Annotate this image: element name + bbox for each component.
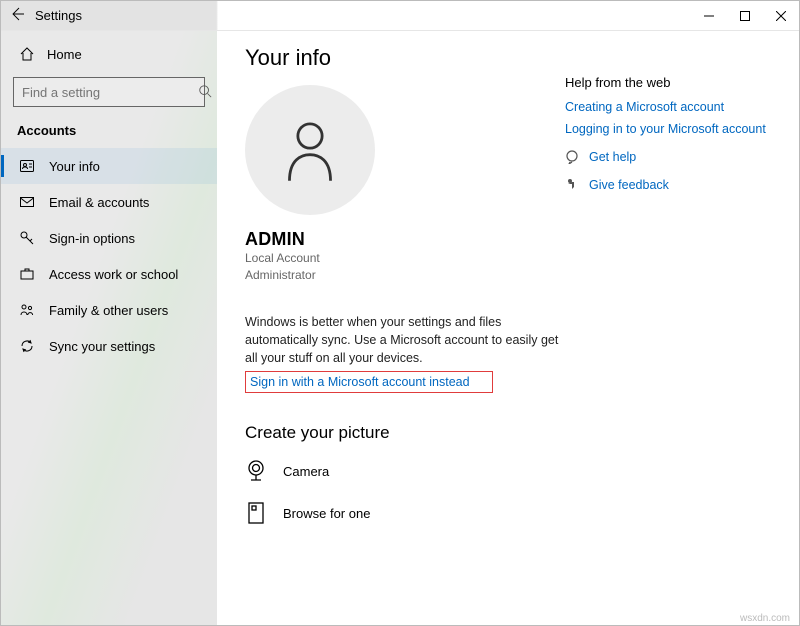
sidebar-item-label: Family & other users	[49, 303, 168, 318]
camera-label: Camera	[283, 464, 329, 479]
mail-icon	[19, 194, 35, 210]
picture-heading: Create your picture	[245, 423, 561, 443]
search-field[interactable]	[22, 85, 198, 100]
minimize-button[interactable]	[691, 1, 727, 31]
help-link-create-account[interactable]: Creating a Microsoft account	[565, 100, 771, 114]
sidebar-item-sync-settings[interactable]: Sync your settings	[1, 328, 217, 364]
give-feedback-link[interactable]: Give feedback	[565, 178, 771, 192]
search-input[interactable]	[13, 77, 205, 107]
sync-note: Windows is better when your settings and…	[245, 313, 561, 367]
key-icon	[19, 230, 35, 246]
page-title: Your info	[245, 45, 561, 71]
sidebar-item-family-users[interactable]: Family & other users	[1, 292, 217, 328]
sidebar-item-email-accounts[interactable]: Email & accounts	[1, 184, 217, 220]
home-label: Home	[47, 47, 82, 62]
sidebar-item-label: Access work or school	[49, 267, 178, 282]
briefcase-icon	[19, 266, 35, 282]
username: ADMIN	[245, 229, 561, 250]
sidebar-item-label: Sign-in options	[49, 231, 135, 246]
people-icon	[19, 302, 35, 318]
window-title: Settings	[35, 8, 82, 23]
sidebar-item-label: Your info	[49, 159, 100, 174]
maximize-button[interactable]	[727, 1, 763, 31]
home-icon	[19, 46, 35, 62]
feedback-icon	[565, 178, 579, 192]
account-type: Local Account	[245, 250, 561, 267]
browse-option[interactable]: Browse for one	[245, 501, 561, 525]
camera-icon	[245, 459, 267, 483]
section-label: Accounts	[1, 117, 217, 148]
sidebar-item-access-work-school[interactable]: Access work or school	[1, 256, 217, 292]
close-button[interactable]	[763, 1, 799, 31]
help-title: Help from the web	[565, 75, 771, 90]
get-help-label: Get help	[589, 150, 636, 164]
sidebar-item-label: Sync your settings	[49, 339, 155, 354]
get-help-link[interactable]: Get help	[565, 150, 771, 164]
sync-icon	[19, 338, 35, 354]
sidebar-item-signin-options[interactable]: Sign-in options	[1, 220, 217, 256]
browse-label: Browse for one	[283, 506, 370, 521]
signin-microsoft-link[interactable]: Sign in with a Microsoft account instead	[245, 371, 493, 393]
feedback-label: Give feedback	[589, 178, 669, 192]
account-role: Administrator	[245, 267, 561, 284]
home-nav[interactable]: Home	[1, 37, 217, 71]
back-icon[interactable]	[9, 6, 25, 25]
search-icon	[198, 84, 212, 101]
browse-icon	[245, 501, 267, 525]
person-badge-icon	[19, 158, 35, 174]
sidebar-item-label: Email & accounts	[49, 195, 149, 210]
avatar	[245, 85, 375, 215]
watermark: wsxdn.com	[740, 613, 790, 624]
sidebar-item-your-info[interactable]: Your info	[1, 148, 217, 184]
camera-option[interactable]: Camera	[245, 459, 561, 483]
help-link-login-account[interactable]: Logging in to your Microsoft account	[565, 122, 771, 136]
help-icon	[565, 150, 579, 164]
